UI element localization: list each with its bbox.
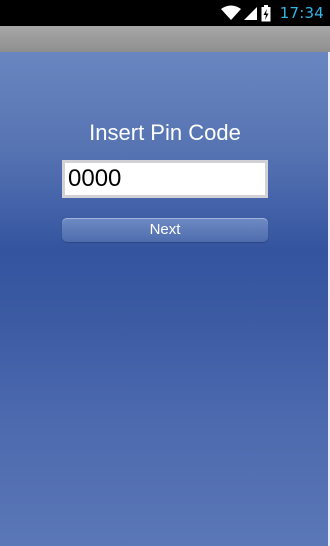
title-bar: [0, 26, 330, 52]
battery-charging-icon: [261, 4, 271, 22]
status-clock: 17:34: [279, 4, 324, 22]
pin-prompt: Insert Pin Code: [89, 120, 241, 145]
status-icons: 17:34: [220, 0, 324, 26]
pin-screen: Insert Pin Code Next: [0, 52, 330, 546]
wifi-icon: [220, 5, 241, 21]
status-bar: 17:34: [0, 0, 330, 26]
signal-icon: [243, 5, 258, 21]
pin-code-input[interactable]: [62, 160, 268, 198]
next-button[interactable]: Next: [62, 218, 268, 242]
